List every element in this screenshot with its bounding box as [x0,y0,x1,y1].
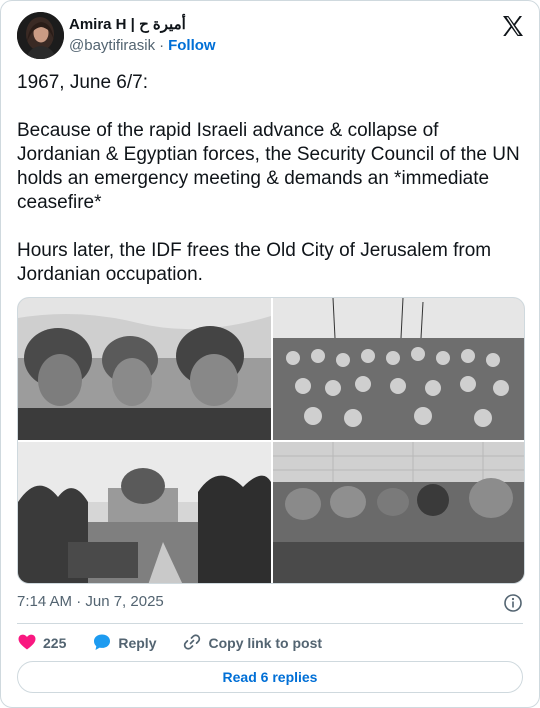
reply-bubble-icon [92,632,112,655]
copy-link-label: Copy link to post [208,635,323,651]
tweet-embed-card: Amira H | أميرة ح @baytifirasik · Follow… [0,0,540,708]
tweet-header: Amira H | أميرة ح @baytifirasik · Follow [17,12,525,60]
author-handle[interactable]: @baytifirasik [69,37,155,54]
handle-separator: · [159,37,165,54]
author-display-name[interactable]: Amira H | أميرة ح [69,15,186,33]
follow-link[interactable]: Follow [168,37,216,54]
x-logo-icon[interactable] [501,14,525,38]
tweet-timestamp[interactable]: 7:14 AM · Jun 7, 2025 [17,593,164,610]
photo-soldiers-at-western-wall[interactable] [273,442,524,583]
reply-label: Reply [118,635,157,651]
author-handle-row: @baytifirasik · Follow [69,37,216,54]
like-button[interactable]: 225 [17,632,66,655]
tweet-media-grid [17,297,525,584]
like-count: 225 [43,635,67,651]
action-bar: 225 Reply Copy link to post [17,631,348,655]
timestamp-row: 7:14 AM · Jun 7, 2025 [17,593,523,613]
link-icon [182,632,202,655]
copy-link-button[interactable]: Copy link to post [182,632,322,655]
tweet-text: 1967, June 6/7: Because of the rapid Isr… [17,72,520,285]
author-name-row: Amira H | أميرة ح [69,15,186,33]
info-icon[interactable] [503,593,523,613]
photo-dome-of-the-rock[interactable] [18,442,271,583]
heart-icon [17,632,37,655]
photo-soldiers-group[interactable] [273,298,524,440]
photo-soldiers-at-wall[interactable] [18,298,271,440]
reply-button[interactable]: Reply [92,632,156,655]
author-avatar[interactable] [17,12,64,59]
read-replies-label: Read 6 replies [222,669,318,685]
read-replies-button[interactable]: Read 6 replies [17,661,523,693]
divider [17,623,523,624]
